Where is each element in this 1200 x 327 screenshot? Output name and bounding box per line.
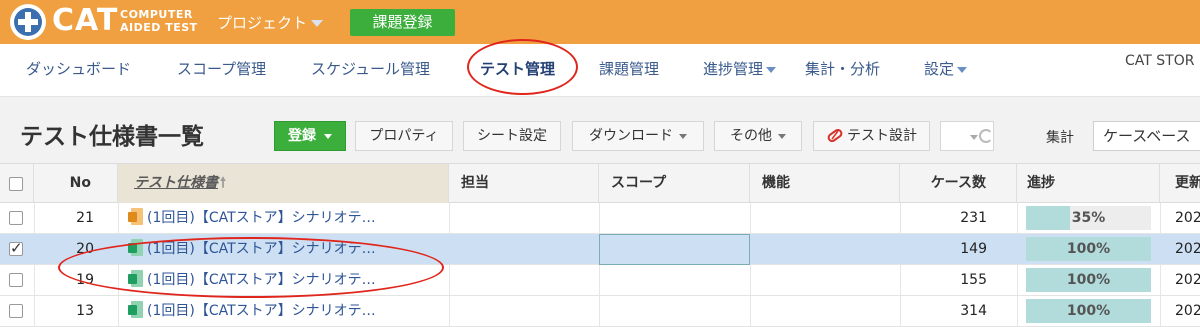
page-title: テスト仕様書一覧: [20, 124, 204, 150]
nav-item-dashboard[interactable]: ダッシュボード: [26, 58, 131, 79]
row-checkbox[interactable]: [9, 304, 23, 318]
progress-bar: 100%: [1026, 237, 1151, 261]
chevron-down-icon: [957, 66, 968, 73]
updated-date: 202: [1175, 210, 1200, 226]
column-header-spec-label[interactable]: テスト仕様書: [134, 175, 218, 191]
case-count: 314: [960, 303, 987, 319]
row-number: 21: [76, 210, 94, 226]
column-header-scope[interactable]: スコープ: [599, 164, 750, 203]
list-toolbar: テスト仕様書一覧 登録 プロパティ シート設定 ダウンロード その他 テスト設計…: [0, 96, 1200, 163]
table-header: No テスト仕様書 🠕 担当 スコープ 機能 ケース数 進捗 更新: [0, 163, 1200, 203]
nav-item-analysis[interactable]: 集計・分析: [805, 58, 880, 79]
other-button[interactable]: その他: [714, 121, 802, 151]
search-icon: [979, 129, 993, 143]
download-button-label: ダウンロード: [589, 128, 673, 144]
progress-bar: 100%: [1026, 268, 1151, 292]
register-button[interactable]: 登録: [274, 121, 346, 151]
nav-item-progress-label: 進捗管理: [703, 60, 764, 78]
select-all-checkbox[interactable]: [9, 177, 23, 191]
brand-name[interactable]: CAT: [52, 3, 118, 38]
chevron-down-icon: [679, 133, 687, 139]
spec-name[interactable]: (1回目)【CATストア】シナリオテ…: [147, 303, 376, 319]
spec-link[interactable]: (1回目)【CATストア】シナリオテ…: [128, 203, 450, 233]
test-design-icon: [827, 128, 843, 143]
progress-label: 100%: [1066, 272, 1111, 288]
table-row[interactable]: 13 (1回目)【CATストア】シナリオテ… 314 100% 202: [0, 296, 1200, 327]
updated-date: 202: [1175, 272, 1200, 288]
case-count: 155: [960, 272, 987, 288]
progress-bar: 100%: [1026, 299, 1151, 323]
property-button[interactable]: プロパティ: [355, 121, 453, 151]
chevron-down-icon: [766, 66, 777, 73]
updated-date: 202: [1175, 241, 1200, 257]
top-bar: CAT COMPUTER AIDED TEST プロジェクト 課題登録: [0, 0, 1200, 44]
brand-subtitle-line2: AIDED TEST: [120, 21, 198, 34]
column-header-updated[interactable]: 更新: [1160, 164, 1200, 203]
register-button-label: 登録: [288, 128, 316, 144]
progress-bar: 35%: [1026, 206, 1151, 230]
row-checkbox[interactable]: [9, 239, 23, 257]
aggregate-label: 集計: [1046, 130, 1074, 146]
progress-label: 35%: [1071, 210, 1106, 226]
download-button[interactable]: ダウンロード: [572, 121, 704, 151]
case-count: 149: [960, 241, 987, 257]
aggregate-select[interactable]: ケースベース: [1093, 121, 1200, 151]
excel-orange-icon: [128, 208, 143, 225]
project-menu[interactable]: プロジェクト: [217, 12, 324, 33]
scope-cell-focused[interactable]: [599, 234, 750, 265]
brand-subtitle: COMPUTER AIDED TEST: [120, 8, 200, 34]
excel-green-icon: [128, 301, 143, 318]
filter-search-input[interactable]: [940, 121, 994, 151]
chevron-down-icon: [324, 133, 332, 139]
progress-label: 100%: [1066, 303, 1111, 319]
annotation-circle-nav: [467, 39, 578, 95]
nav-item-schedule[interactable]: スケジュール管理: [311, 58, 430, 79]
cat-logo-icon[interactable]: [10, 4, 46, 40]
nav-item-settings[interactable]: 設定: [924, 58, 968, 79]
chevron-down-icon: [778, 133, 786, 139]
column-header-function[interactable]: 機能: [750, 164, 900, 203]
test-design-button-label: テスト設計: [847, 128, 917, 144]
table-row[interactable]: 21 (1回目)【CATストア】シナリオテ… 231 35% 202: [0, 203, 1200, 234]
updated-date: 202: [1175, 303, 1200, 319]
other-button-label: その他: [730, 128, 772, 144]
progress-label: 100%: [1066, 241, 1111, 257]
row-number: 13: [76, 303, 94, 319]
chevron-down-icon: [970, 135, 978, 140]
project-menu-label: プロジェクト: [217, 14, 308, 32]
annotation-circle-row: [58, 237, 444, 298]
sheet-settings-button[interactable]: シート設定: [463, 121, 561, 151]
column-header-assignee[interactable]: 担当: [449, 164, 599, 203]
nav-item-scope[interactable]: スコープ管理: [177, 58, 266, 79]
main-nav: ダッシュボード スコープ管理 スケジュール管理 テスト管理 課題管理 進捗管理 …: [0, 44, 1200, 96]
chevron-down-icon: [311, 20, 324, 27]
test-design-button[interactable]: テスト設計: [813, 121, 930, 151]
column-header-spec[interactable]: テスト仕様書 🠕: [118, 164, 449, 203]
column-header-case-count[interactable]: ケース数: [900, 164, 1017, 203]
case-count: 231: [960, 210, 987, 226]
header-checkbox-cell: [0, 164, 34, 203]
spec-link[interactable]: (1回目)【CATストア】シナリオテ…: [128, 296, 450, 326]
brand-subtitle-line1: COMPUTER: [120, 8, 193, 21]
sort-up-icon: 🠕: [220, 175, 227, 191]
column-header-no[interactable]: No: [34, 164, 118, 203]
column-header-progress[interactable]: 進捗: [1017, 164, 1160, 203]
row-checkbox[interactable]: [9, 211, 23, 225]
nav-item-progress[interactable]: 進捗管理: [703, 58, 777, 79]
nav-item-settings-label: 設定: [924, 60, 955, 78]
spec-name[interactable]: (1回目)【CATストア】シナリオテ…: [147, 210, 376, 226]
store-name: CAT STOR: [1125, 53, 1195, 69]
nav-item-issues[interactable]: 課題管理: [599, 58, 659, 79]
row-checkbox[interactable]: [9, 273, 23, 287]
issue-register-button[interactable]: 課題登録: [350, 9, 455, 36]
